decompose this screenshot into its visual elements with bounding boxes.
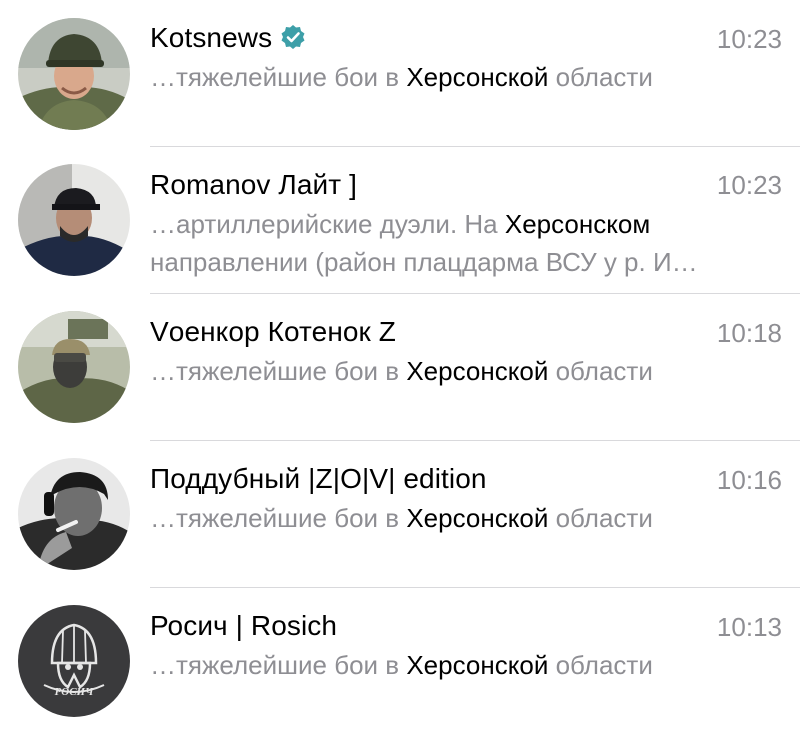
chat-list: Kotsnews 10:23 …тяжелейшие бои в Херсонс… [0,0,800,732]
preview-highlight: Херсонском [504,209,651,239]
chat-preview-line2: направлении (район плацдарма ВСУ у р. И… [150,247,698,277]
chat-row-kotsnews[interactable]: Kotsnews 10:23 …тяжелейшие бои в Херсонс… [0,0,800,147]
chat-preview: …тяжелейшие бои в Херсонской области [150,499,780,537]
avatar[interactable] [18,311,130,423]
avatar[interactable]: РОСИЧ [18,605,130,717]
chat-time: 10:23 [716,170,782,200]
preview-text: области [548,650,653,680]
chat-name: Romanov Лайт ] [150,169,357,200]
preview-highlight: Херсонской [406,650,549,680]
rosich-helmet-logo: РОСИЧ [18,605,130,717]
chat-time: 10:23 [716,24,782,54]
chat-name: Vоенкор Котенок Z [150,316,396,347]
preview-text: …тяжелейшие бои в [150,356,407,386]
soldier-in-helmet-photo [18,18,130,130]
preview-text: …артиллерийские дуэли. На [150,209,505,239]
chat-row-rosich[interactable]: РОСИЧ Росич | Rosich 10:13 …тяжелейшие б… [0,588,800,734]
preview-text: …тяжелейшие бои в [150,62,407,92]
preview-text: области [548,503,653,533]
chat-row-romanov[interactable]: Romanov Лайт ] 10:23 …артиллерийские дуэ… [0,147,800,294]
chat-name-text: Kotsnews [150,22,273,53]
avatar[interactable] [18,458,130,570]
avatar[interactable] [18,164,130,276]
chat-name: Kotsnews [150,22,306,54]
man-in-cap-photo [18,164,130,276]
preview-text: …тяжелейшие бои в [150,503,407,533]
chat-row-voenkor-kotenok[interactable]: Vоенкор Котенок Z 10:18 …тяжелейшие бои … [0,294,800,441]
chat-preview: …артиллерийские дуэли. На Херсонском [150,205,780,243]
chat-time: 10:18 [716,318,782,348]
preview-text: …тяжелейшие бои в [150,650,407,680]
chat-preview: …тяжелейшие бои в Херсонской области [150,646,780,684]
chat-preview: …тяжелейшие бои в Херсонской области [150,58,780,96]
preview-highlight: Херсонской [406,62,549,92]
chat-name: Поддубный |Z|O|V| edition [150,463,487,494]
preview-highlight: Херсонской [406,503,549,533]
avatar[interactable] [18,18,130,130]
preview-text: области [548,356,653,386]
bw-man-smoking-photo [18,458,130,570]
chat-name: Росич | Rosich [150,610,338,641]
verified-badge-icon [281,25,305,49]
chat-preview: …тяжелейшие бои в Херсонской области [150,352,780,390]
chat-time: 10:13 [716,612,782,642]
preview-highlight: Херсонской [406,356,549,386]
rosich-logo-text: РОСИЧ [55,686,94,698]
chat-row-poddubny[interactable]: Поддубный |Z|O|V| edition 10:16 …тяжелей… [0,441,800,588]
preview-text: области [548,62,653,92]
chat-time: 10:16 [716,465,782,495]
masked-soldier-photo [18,311,130,423]
